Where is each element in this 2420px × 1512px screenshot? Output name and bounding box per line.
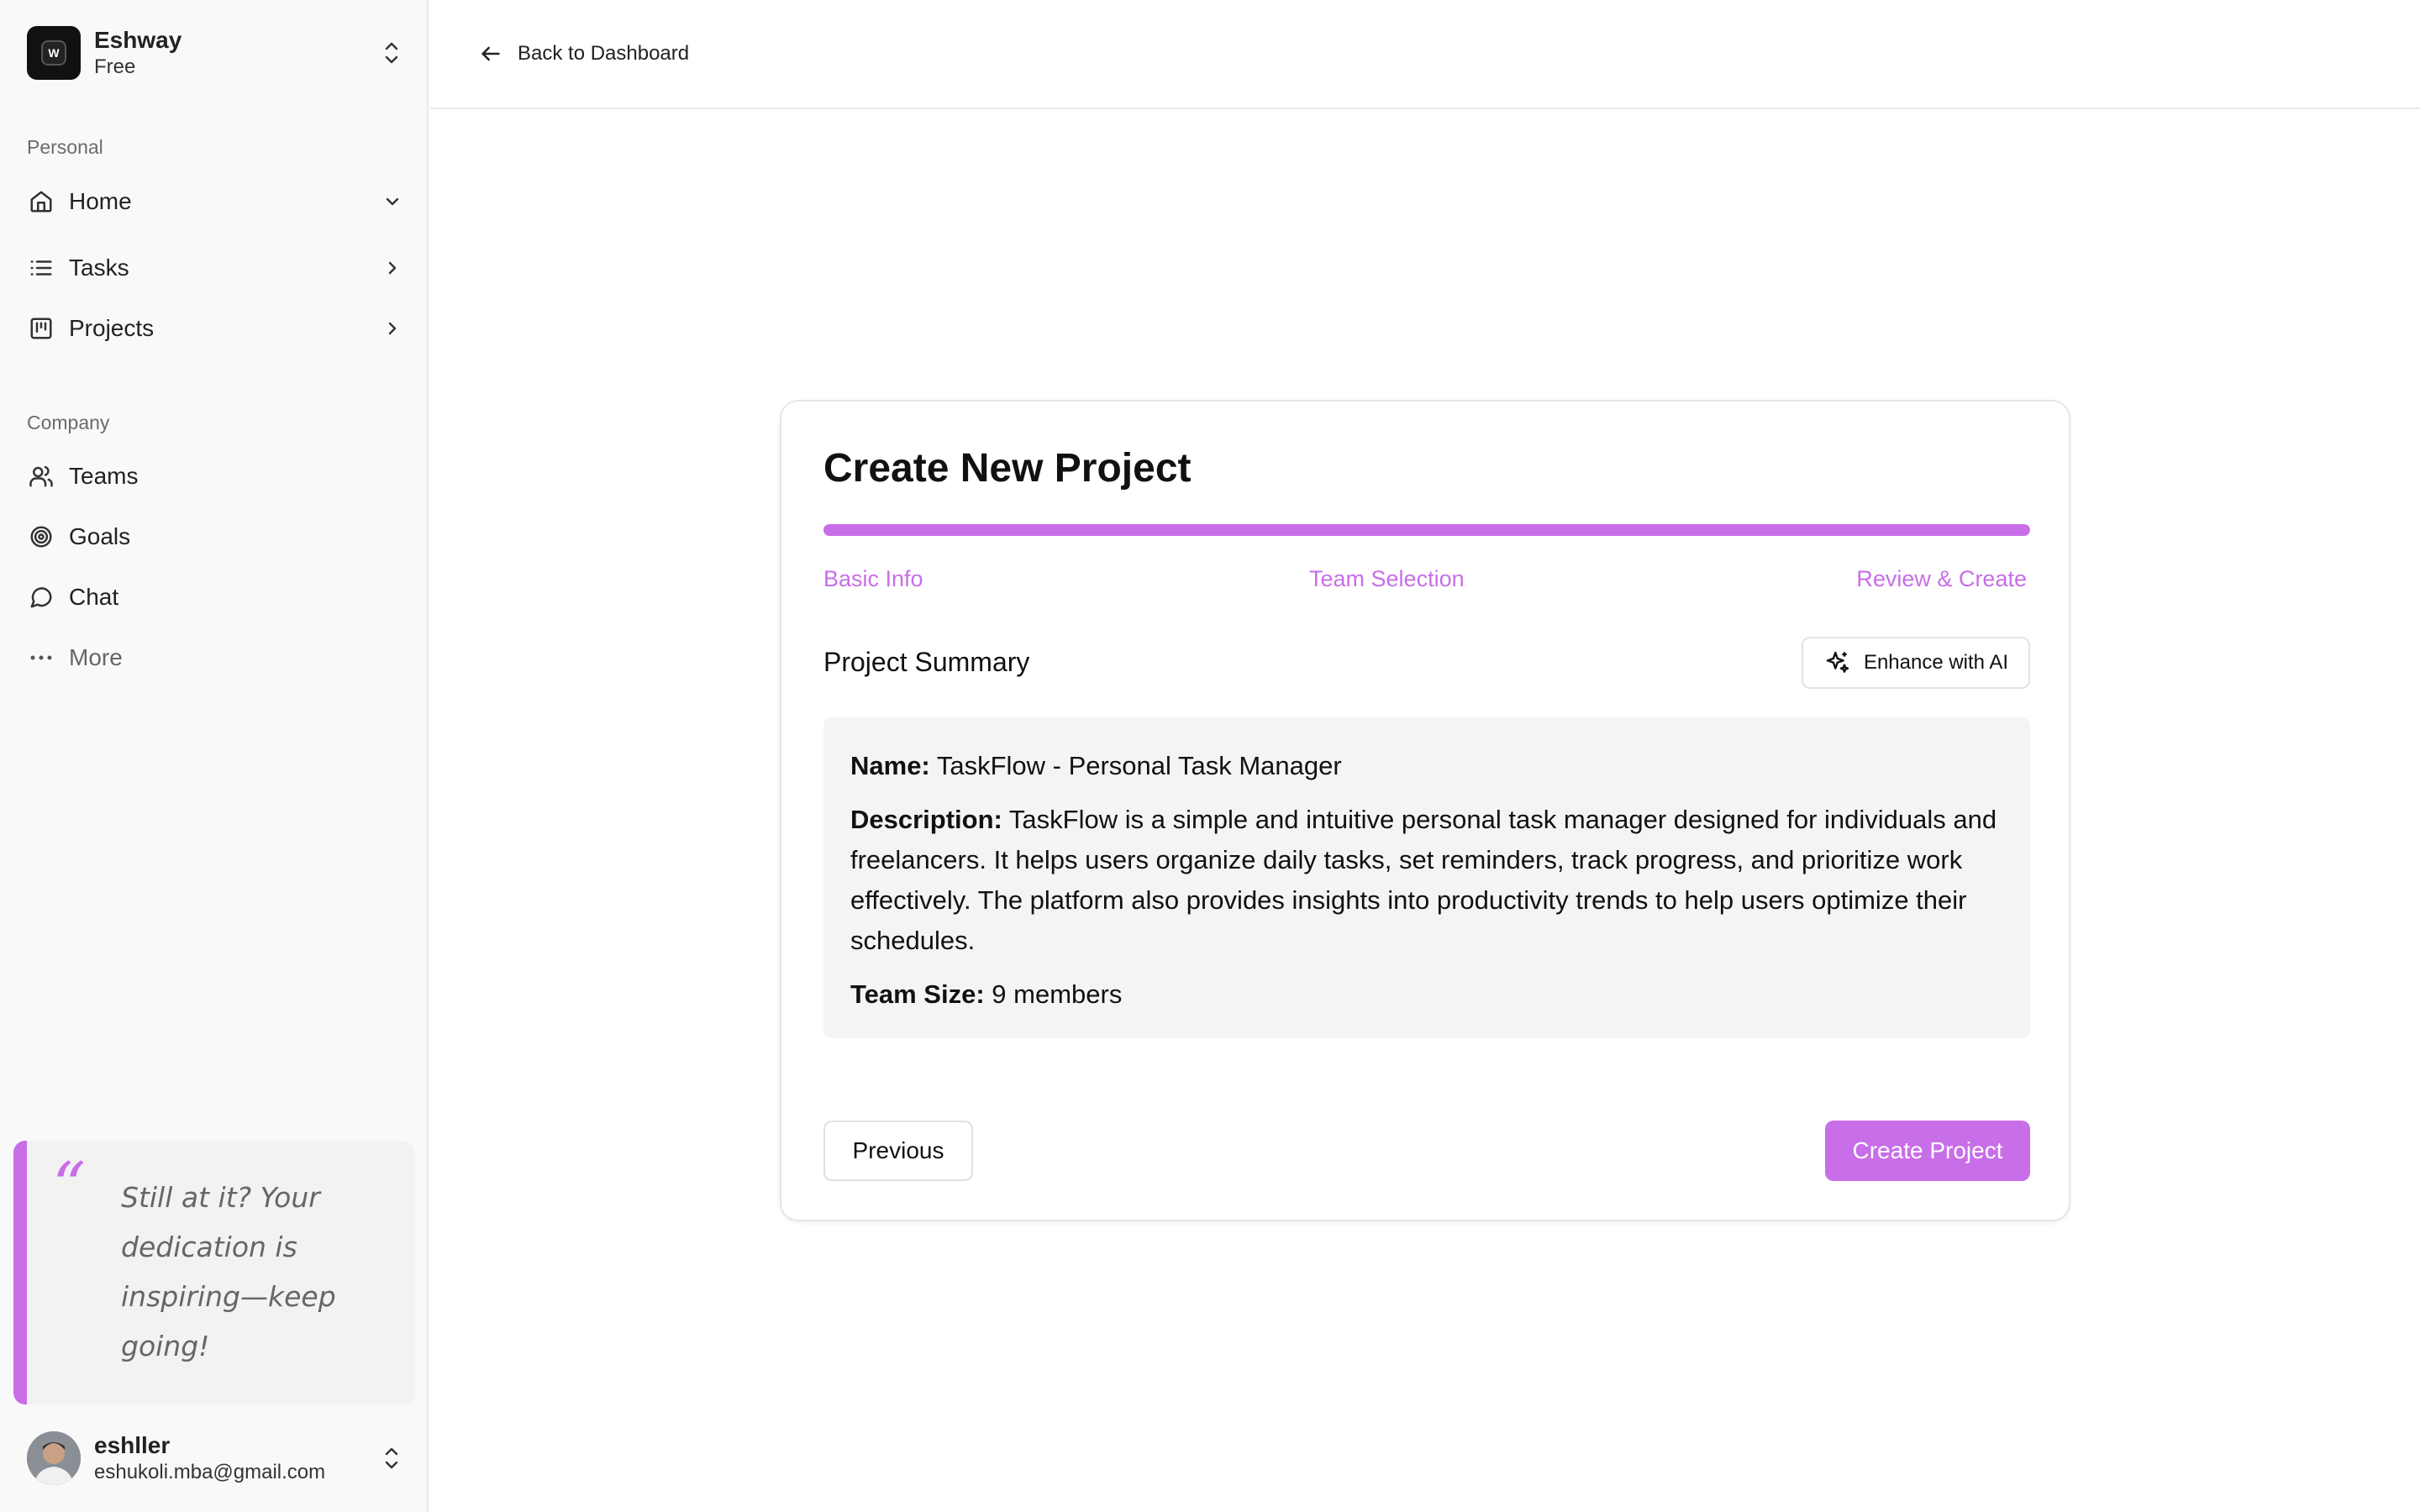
workspace-name: Eshway [94, 27, 182, 53]
summary-team-size-row: Team Size: 9 members [850, 974, 2003, 1015]
description-value: TaskFlow is a simple and intuitive perso… [850, 805, 1997, 955]
personal-group-label: Personal [27, 136, 103, 158]
team-size-label: Team Size: [850, 979, 985, 1009]
sidebar-item-label: Goals [69, 523, 131, 549]
sidebar-item-goals[interactable]: Goals [27, 513, 405, 560]
list-icon [27, 254, 55, 282]
step-basic-info[interactable]: Basic Info [823, 566, 923, 592]
motivation-quote-card: “ Still at it? Your dedication is inspir… [13, 1141, 415, 1404]
create-project-card: Create New Project Basic Info Team Selec… [780, 400, 2070, 1221]
sidebar-item-label: Chat [69, 584, 119, 610]
avatar [27, 1431, 81, 1485]
previous-button[interactable]: Previous [823, 1121, 973, 1181]
chevron-right-icon[interactable] [380, 316, 405, 341]
user-name: eshller [94, 1432, 171, 1458]
sparkles-icon [1823, 648, 1852, 677]
sidebar-item-projects[interactable]: Projects [27, 305, 405, 352]
quote-text: Still at it? Your dedication is inspirin… [121, 1181, 336, 1362]
sidebar-item-teams[interactable]: Teams [27, 453, 405, 500]
summary-description-row: Description: TaskFlow is a simple and in… [850, 800, 2003, 961]
sidebar-item-chat[interactable]: Chat [27, 574, 405, 621]
step-review-create[interactable]: Review & Create [1856, 566, 2027, 592]
chevron-right-icon[interactable] [380, 255, 405, 281]
sidebar-item-more[interactable]: More [27, 634, 405, 681]
user-menu[interactable]: eshller eshukoli.mba@gmail.com [27, 1428, 405, 1488]
progress-bar [823, 524, 2030, 536]
workspace-plan: Free [94, 55, 136, 78]
sidebar-item-label: More [69, 644, 123, 670]
team-size-value: 9 members [992, 979, 1123, 1009]
sidebar-item-label: Tasks [69, 255, 129, 281]
kanban-icon [27, 314, 55, 343]
project-summary-heading: Project Summary [823, 647, 1030, 677]
name-value: TaskFlow - Personal Task Manager [936, 751, 1342, 780]
name-label: Name: [850, 751, 930, 780]
summary-name-row: Name: TaskFlow - Personal Task Manager [850, 746, 2003, 786]
workspace-logo: W [27, 26, 81, 80]
chat-icon [27, 583, 55, 612]
page-title: Create New Project [823, 446, 1192, 491]
top-bar: Back to Dashboard [430, 0, 2420, 109]
arrow-left-icon [477, 40, 504, 67]
enhance-with-ai-button[interactable]: Enhance with AI [1802, 637, 2030, 689]
home-icon [27, 187, 55, 216]
sidebar: W Eshway Free Personal Home Tasks Projec… [0, 0, 429, 1512]
user-email: eshukoli.mba@gmail.com [94, 1461, 326, 1483]
sidebar-item-home[interactable]: Home [27, 178, 405, 225]
target-icon [27, 522, 55, 551]
chevrons-up-down-icon [378, 36, 405, 70]
sidebar-item-label: Projects [69, 315, 155, 341]
step-team-selection[interactable]: Team Selection [1309, 566, 1465, 592]
sidebar-item-tasks[interactable]: Tasks [27, 244, 405, 291]
chevron-down-icon[interactable] [380, 189, 405, 214]
project-summary-box: Name: TaskFlow - Personal Task Manager D… [823, 717, 2030, 1038]
more-icon [27, 643, 55, 672]
sidebar-item-label: Teams [69, 463, 139, 489]
quote-accent-bar [13, 1141, 27, 1404]
enhance-label: Enhance with AI [1863, 651, 2009, 674]
quote-mark-icon: “ [52, 1149, 86, 1225]
sidebar-item-label: Home [69, 188, 132, 214]
workspace-switcher[interactable]: W Eshway Free [27, 25, 405, 81]
back-label: Back to Dashboard [518, 42, 690, 65]
company-group-label: Company [27, 412, 110, 433]
back-to-dashboard-link[interactable]: Back to Dashboard [477, 37, 689, 71]
chevrons-up-down-icon [378, 1441, 405, 1475]
progress-fill [823, 524, 2030, 536]
create-project-button[interactable]: Create Project [1825, 1121, 2030, 1181]
description-label: Description: [850, 805, 1002, 834]
users-icon [27, 462, 55, 491]
